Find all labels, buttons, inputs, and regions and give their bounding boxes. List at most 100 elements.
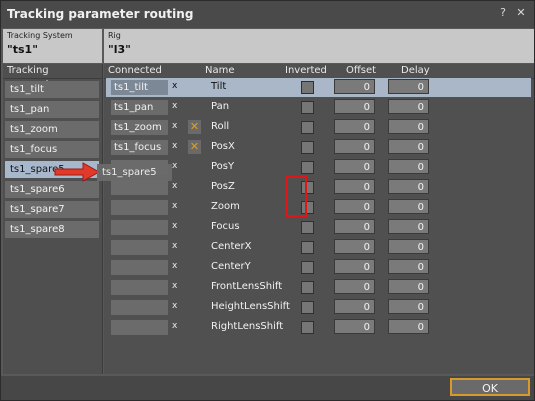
inverted-checkbox[interactable] [301,241,314,254]
delay-input[interactable]: 0 [388,79,429,94]
offset-input[interactable]: 0 [334,99,375,114]
delay-input[interactable]: 0 [388,239,429,254]
inverted-checkbox[interactable] [301,261,314,274]
connected-slot[interactable] [111,200,168,215]
tracking-param-item[interactable]: ts1_spare7 [5,201,99,218]
table-row: x Focus 0 0 [106,218,531,237]
rig-value: "l3" [108,43,131,56]
parameter-name: Roll [211,121,230,132]
offset-input[interactable]: 0 [334,179,375,194]
offset-input[interactable]: 0 [334,319,375,334]
inverted-checkbox[interactable] [301,301,314,314]
disconnect-button[interactable]: x [172,161,177,171]
tracking-param-item[interactable]: ts1_tilt [5,81,99,98]
connected-slot[interactable] [111,240,168,255]
table-row: x Zoom 0 0 [106,198,531,217]
ok-button[interactable]: OK [450,378,530,396]
table-row: x RightLensShift 0 0 [106,318,531,337]
offset-input[interactable]: 0 [334,139,375,154]
connected-slot[interactable] [111,300,168,315]
tracking-param-item[interactable]: ts1_zoom [5,121,99,138]
table-row: ts1_tilt x Tilt 0 0 [106,78,531,97]
offset-input[interactable]: 0 [334,239,375,254]
delay-input[interactable]: 0 [388,99,429,114]
inverted-checkbox[interactable] [301,281,314,294]
offset-input[interactable]: 0 [334,299,375,314]
inverted-checkbox[interactable] [301,321,314,334]
table-row: x CenterY 0 0 [106,258,531,277]
parameter-name: PosX [211,141,235,152]
lock-icon[interactable]: ✕ [188,120,201,134]
tracking-parameter-panel: Tracking parameter ts1_tilt ts1_pan ts1_zo… [3,64,103,374]
delay-input[interactable]: 0 [388,199,429,214]
col-connected: Connected [108,65,162,76]
tracking-param-item[interactable]: ts1_focus [5,141,99,158]
tracking-parameter-header: Tracking parameter [3,64,102,90]
delay-input[interactable]: 0 [388,179,429,194]
connected-slot[interactable] [111,260,168,275]
disconnect-button[interactable]: x [172,281,177,291]
disconnect-button[interactable]: x [172,301,177,311]
connected-slot[interactable]: ts1_tilt [111,80,168,95]
inverted-checkbox[interactable] [301,221,314,234]
parameter-name: Zoom [211,201,240,212]
connected-slot[interactable] [111,320,168,335]
inverted-checkbox[interactable] [301,81,314,94]
lock-icon[interactable]: ✕ [188,140,201,154]
tracking-system-header: Tracking System "ts1" [3,29,102,63]
inverted-checkbox[interactable] [301,141,314,154]
offset-input[interactable]: 0 [334,219,375,234]
offset-input[interactable]: 0 [334,259,375,274]
disconnect-button[interactable]: x [172,101,177,111]
tracking-param-item[interactable]: ts1_pan [5,101,99,118]
delay-input[interactable]: 0 [388,299,429,314]
parameter-name: CenterY [211,261,251,272]
connected-slot[interactable] [111,280,168,295]
offset-input[interactable]: 0 [334,279,375,294]
table-row: x HeightLensShift 0 0 [106,298,531,317]
connected-slot[interactable]: ts1_focus [111,140,168,155]
close-icon[interactable]: ✕ [515,7,527,19]
disconnect-button[interactable]: x [172,241,177,251]
table-header: Connected Name Inverted Offset Delay [104,64,534,79]
footer: OK [1,376,534,400]
connected-slot[interactable]: ts1_pan [111,100,168,115]
delay-input[interactable]: 0 [388,159,429,174]
inverted-checkbox[interactable] [301,161,314,174]
connected-slot[interactable] [111,180,168,195]
offset-input[interactable]: 0 [334,159,375,174]
delay-input[interactable]: 0 [388,319,429,334]
connected-slot[interactable] [111,220,168,235]
inverted-checkbox[interactable] [301,121,314,134]
connected-slot[interactable]: ts1_zoom [111,120,168,135]
disconnect-button[interactable]: x [172,221,177,231]
drag-arrow-icon [54,162,101,182]
disconnect-button[interactable]: x [172,261,177,271]
offset-input[interactable]: 0 [334,79,375,94]
tracking-param-item[interactable]: ts1_spare8 [5,221,99,238]
delay-input[interactable]: 0 [388,119,429,134]
offset-input[interactable]: 0 [334,119,375,134]
disconnect-button[interactable]: x [172,321,177,331]
offset-input[interactable]: 0 [334,199,375,214]
delay-input[interactable]: 0 [388,259,429,274]
disconnect-button[interactable]: x [172,121,177,131]
dragged-item[interactable]: ts1_spare5 [97,164,172,181]
parameter-name: PosY [211,161,235,172]
disconnect-button[interactable]: x [172,201,177,211]
help-icon[interactable]: ? [497,7,509,19]
window-title: Tracking parameter routing [7,7,194,21]
disconnect-button[interactable]: x [172,141,177,151]
delay-input[interactable]: 0 [388,219,429,234]
parameter-name: Focus [211,221,240,232]
delay-input[interactable]: 0 [388,139,429,154]
table-row: x FrontLensShift 0 0 [106,278,531,297]
parameter-name: Pan [211,101,230,112]
disconnect-button[interactable]: x [172,81,177,91]
inverted-checkbox[interactable] [301,101,314,114]
rig-parameter-table: Connected Name Inverted Offset Delay ts1… [104,64,534,374]
disconnect-button[interactable]: x [172,181,177,191]
delay-input[interactable]: 0 [388,279,429,294]
tracking-param-item[interactable]: ts1_spare6 [5,181,99,198]
parameter-name: PosZ [211,181,235,192]
